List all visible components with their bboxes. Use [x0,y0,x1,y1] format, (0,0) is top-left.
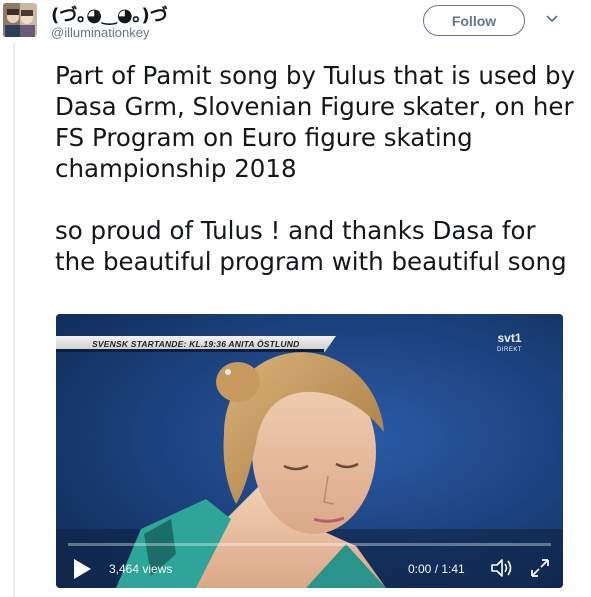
banner-divider [56,349,324,352]
display-name[interactable]: (づ｡◕‿◕｡)づ [51,1,168,27]
play-icon[interactable] [72,558,92,580]
video-frame [56,314,563,588]
tweet-paragraph-1: Part of Pamit song by Tulus that is used… [55,61,576,183]
thread-line [13,42,15,597]
channel-logo-sub: DIREKT [497,347,523,353]
video-player[interactable]: SVENSK STARTANDE: KL.19:36 ANITA ÖSTLUND… [56,314,563,588]
volume-icon[interactable] [490,557,514,579]
follow-button[interactable]: Follow [423,5,525,36]
fullscreen-icon[interactable] [529,557,551,579]
channel-logo: svt1 DIREKT [497,332,522,356]
tweet-text: Part of Pamit song by Tulus that is used… [55,60,580,277]
progress-bar[interactable] [68,543,551,546]
avatar-image [3,3,37,37]
channel-logo-text: svt1 [497,331,522,345]
tweet-paragraph-2: so proud of Tulus ! and thanks Dasa for … [55,216,567,276]
avatar[interactable] [3,3,37,37]
user-handle[interactable]: @illuminationkey [51,25,149,40]
video-time: 0:00 / 1:41 [408,562,465,576]
chevron-down-icon[interactable] [544,13,560,25]
view-count: 3,464 views [109,562,173,576]
video-controls: 3,464 views 0:00 / 1:41 [56,550,563,588]
